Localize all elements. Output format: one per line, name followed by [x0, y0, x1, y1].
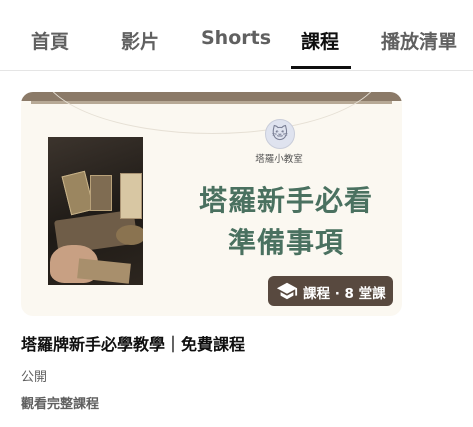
course-lesson-count-badge: 課程 · 8 堂課 — [268, 276, 393, 306]
view-full-course-link[interactable]: 觀看完整課程 — [21, 393, 99, 412]
course-thumbnail[interactable]: 🐱 塔羅小教室 塔羅新手必看 準備事項 課程 · 8 堂課 — [21, 92, 402, 316]
cat-avatar-icon: 🐱 — [265, 119, 295, 149]
visibility-label: 公開 — [21, 370, 48, 385]
tab-videos[interactable]: 影片 — [121, 27, 159, 54]
course-title[interactable]: 塔羅牌新手必學教學｜免費課程 — [21, 331, 245, 355]
graduation-cap-icon — [276, 282, 298, 300]
tab-playlists[interactable]: 播放清單 — [381, 27, 457, 54]
tab-shorts[interactable]: Shorts — [201, 27, 271, 49]
active-tab-indicator — [291, 66, 351, 69]
channel-tab-bar: 首頁 影片 Shorts 課程 播放清單 — [0, 0, 473, 71]
tab-home[interactable]: 首頁 — [31, 27, 69, 54]
thumbnail-headline-line2: 準備事項 — [227, 226, 344, 259]
thumbnail-headline-line1: 塔羅新手必看 — [198, 184, 373, 217]
badge-text: 課程 · 8 堂課 — [303, 286, 386, 302]
decorative-arc — [41, 92, 383, 134]
tarot-photo-image — [48, 137, 143, 285]
thumbnail-studio-name: 塔羅小教室 — [255, 154, 303, 165]
tab-courses[interactable]: 課程 — [301, 27, 339, 54]
